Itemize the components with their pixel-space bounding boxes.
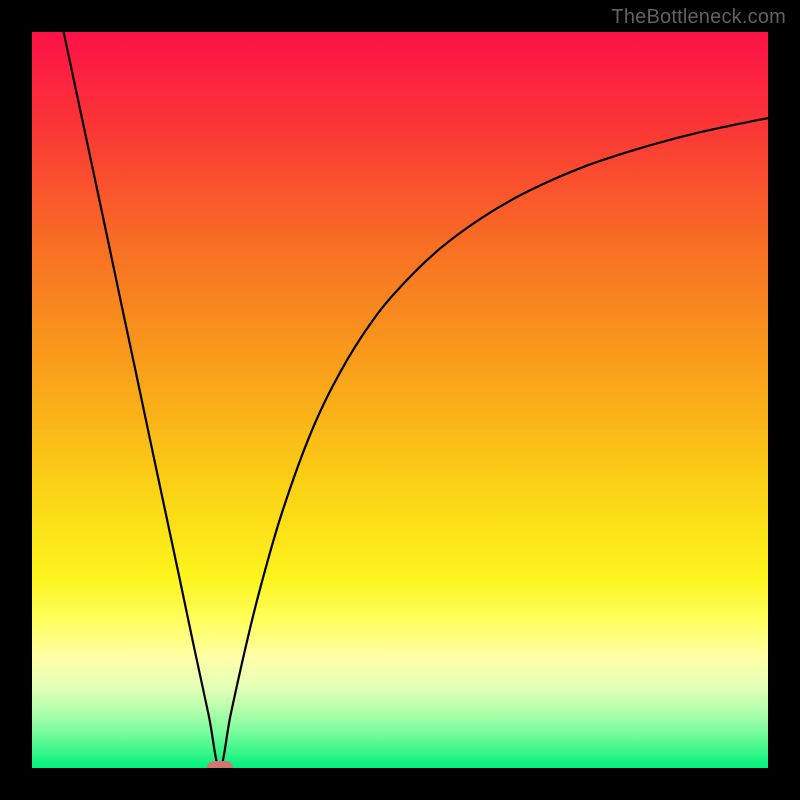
watermark-text: TheBottleneck.com (611, 6, 786, 29)
chart-frame: TheBottleneck.com (0, 0, 800, 800)
curve-layer (32, 32, 768, 768)
bottleneck-curve (64, 32, 768, 768)
minimum-marker (207, 761, 233, 768)
plot-area (32, 32, 768, 768)
